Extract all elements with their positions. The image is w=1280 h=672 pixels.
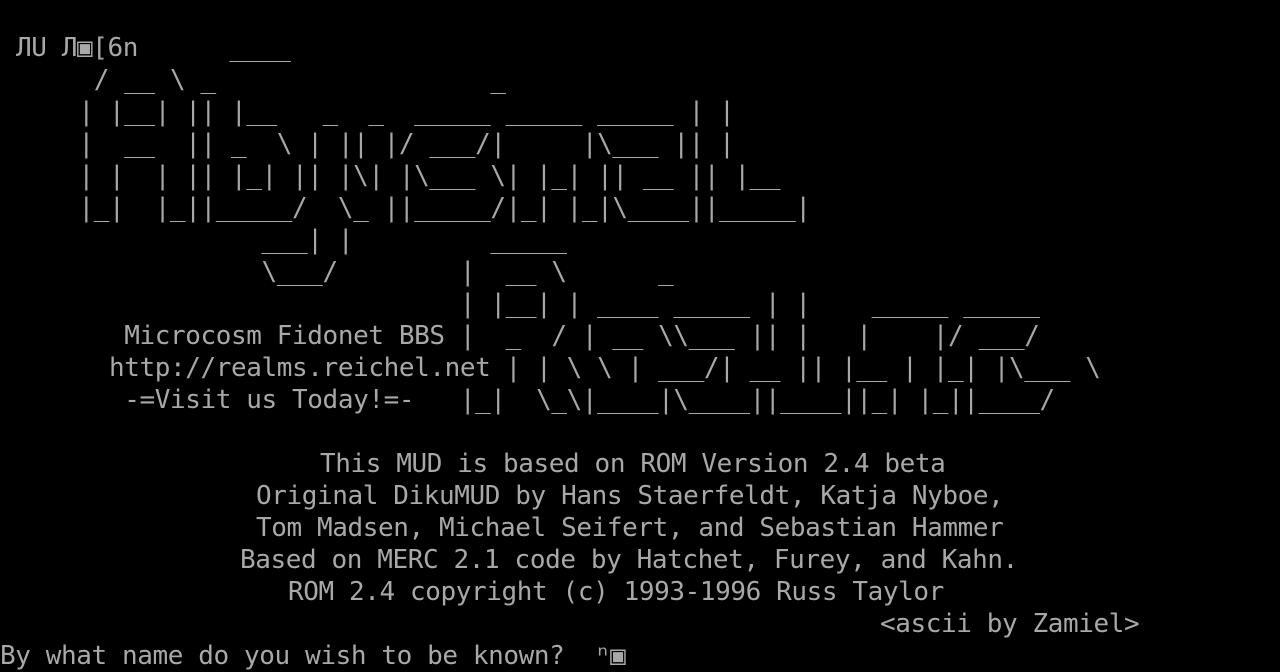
ascii-art-line-5: |_| |_||_____/ \_ ||_____/|_| |_|\____||… [48,193,812,223]
bbs-url-line: http://realms.reichel.net | | \ \ | ___/… [48,353,1101,383]
credits-line-1: This MUD is based on ROM Version 2.4 bet… [320,449,946,479]
credits-line-4: Based on MERC 2.1 code by Hatchet, Furey… [240,545,1018,575]
ascii-art-line-8: | |__| | ____ _____ | | _____ _____ [48,289,1040,319]
ascii-art-line-7: \___/ | __ \ _ [48,257,674,287]
ascii-credit-line: <ascii by Zamiel> [880,609,1140,639]
escape-sequence-text: ЛU Л▣[6n ____ [16,33,291,63]
credits-line-3: Tom Madsen, Michael Seifert, and Sebasti… [256,513,1004,543]
credits-line-2: Original DikuMUD by Hans Staerfeldt, Kat… [256,481,1004,511]
credits-line-5: ROM 2.4 copyright (c) 1993-1996 Russ Tay… [288,577,944,607]
ascii-art-line-1: / __ \ _ _ [48,65,506,95]
visit-us-line: -=Visit us Today!=- |_| \_\|____|\____||… [48,385,1055,415]
ascii-art-line-4: | | | || |_| || |\| |\___ \| |_| || __ |… [48,161,781,191]
login-prompt[interactable]: By what name do you wish to be known? ⁿ▣ [0,640,626,672]
ascii-art-line-3: | __ || _ \ | || |/ ___/| |\___ || | [48,129,735,159]
ascii-art-line-6: ___| | _____ [48,225,567,255]
ascii-art-line-2: | |__| || |__ _ _ _____ _____ _____ | | [48,97,735,127]
bbs-name-line: Microcosm Fidonet BBS | _ / | __ \\___ |… [48,321,1040,351]
terminal-screen[interactable]: ЛU Л▣[6n ____ / __ \ _ _ | |__| || |__ _… [0,32,1280,672]
